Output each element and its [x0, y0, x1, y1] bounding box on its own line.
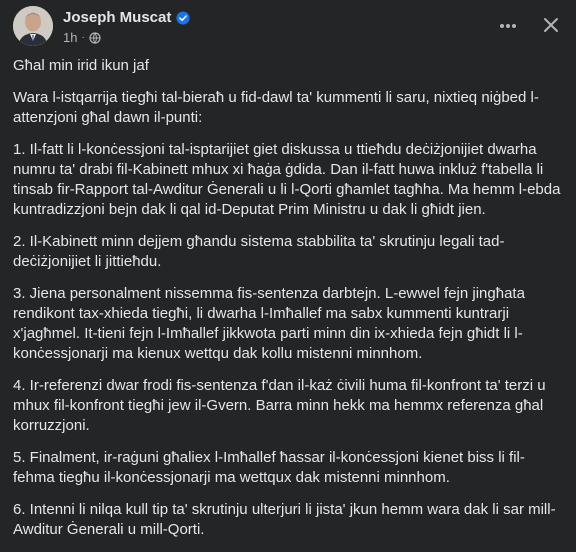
author-name[interactable]: Joseph Muscat — [63, 9, 171, 26]
meta-separator: · — [81, 32, 85, 43]
post-body: Għal min irid ikun jaf Wara l-istqarrija… — [13, 56, 561, 552]
post-paragraph: 1. Il-fatt li l-konċessjoni tal-isptarij… — [13, 141, 561, 218]
more-horizontal-icon[interactable] — [498, 16, 518, 36]
post-header: Joseph Muscat 1h · — [13, 6, 576, 50]
post-meta: 1h · — [63, 30, 101, 45]
post-timestamp[interactable]: 1h — [63, 30, 77, 45]
avatar[interactable] — [13, 6, 53, 46]
globe-icon[interactable] — [89, 31, 101, 44]
facebook-post: Joseph Muscat 1h · Għal min irid ikun ja… — [0, 0, 576, 538]
post-paragraph: 6. Intenni li nilqa kull tip ta' skrutin… — [13, 501, 556, 538]
post-paragraph: 4. Ir-referenzi dwar frodi fis-sentenza … — [13, 377, 546, 434]
post-paragraph: 3. Jiena personalment nissemma fis-sente… — [13, 285, 525, 362]
author-line: Joseph Muscat — [63, 9, 190, 26]
post-paragraph: 5. Finalment, ir-raġuni għaliex l-Imħall… — [13, 449, 525, 486]
close-icon[interactable] — [539, 13, 563, 37]
verified-badge-icon — [176, 10, 190, 25]
post-paragraph: 2. Il-Kabinett minn dejjem għandu sistem… — [13, 233, 505, 270]
post-paragraph: Għal min irid ikun jaf — [13, 57, 149, 74]
post-paragraph: Wara l-istqarrija tiegħi tal-bieraħ u fi… — [13, 89, 539, 126]
